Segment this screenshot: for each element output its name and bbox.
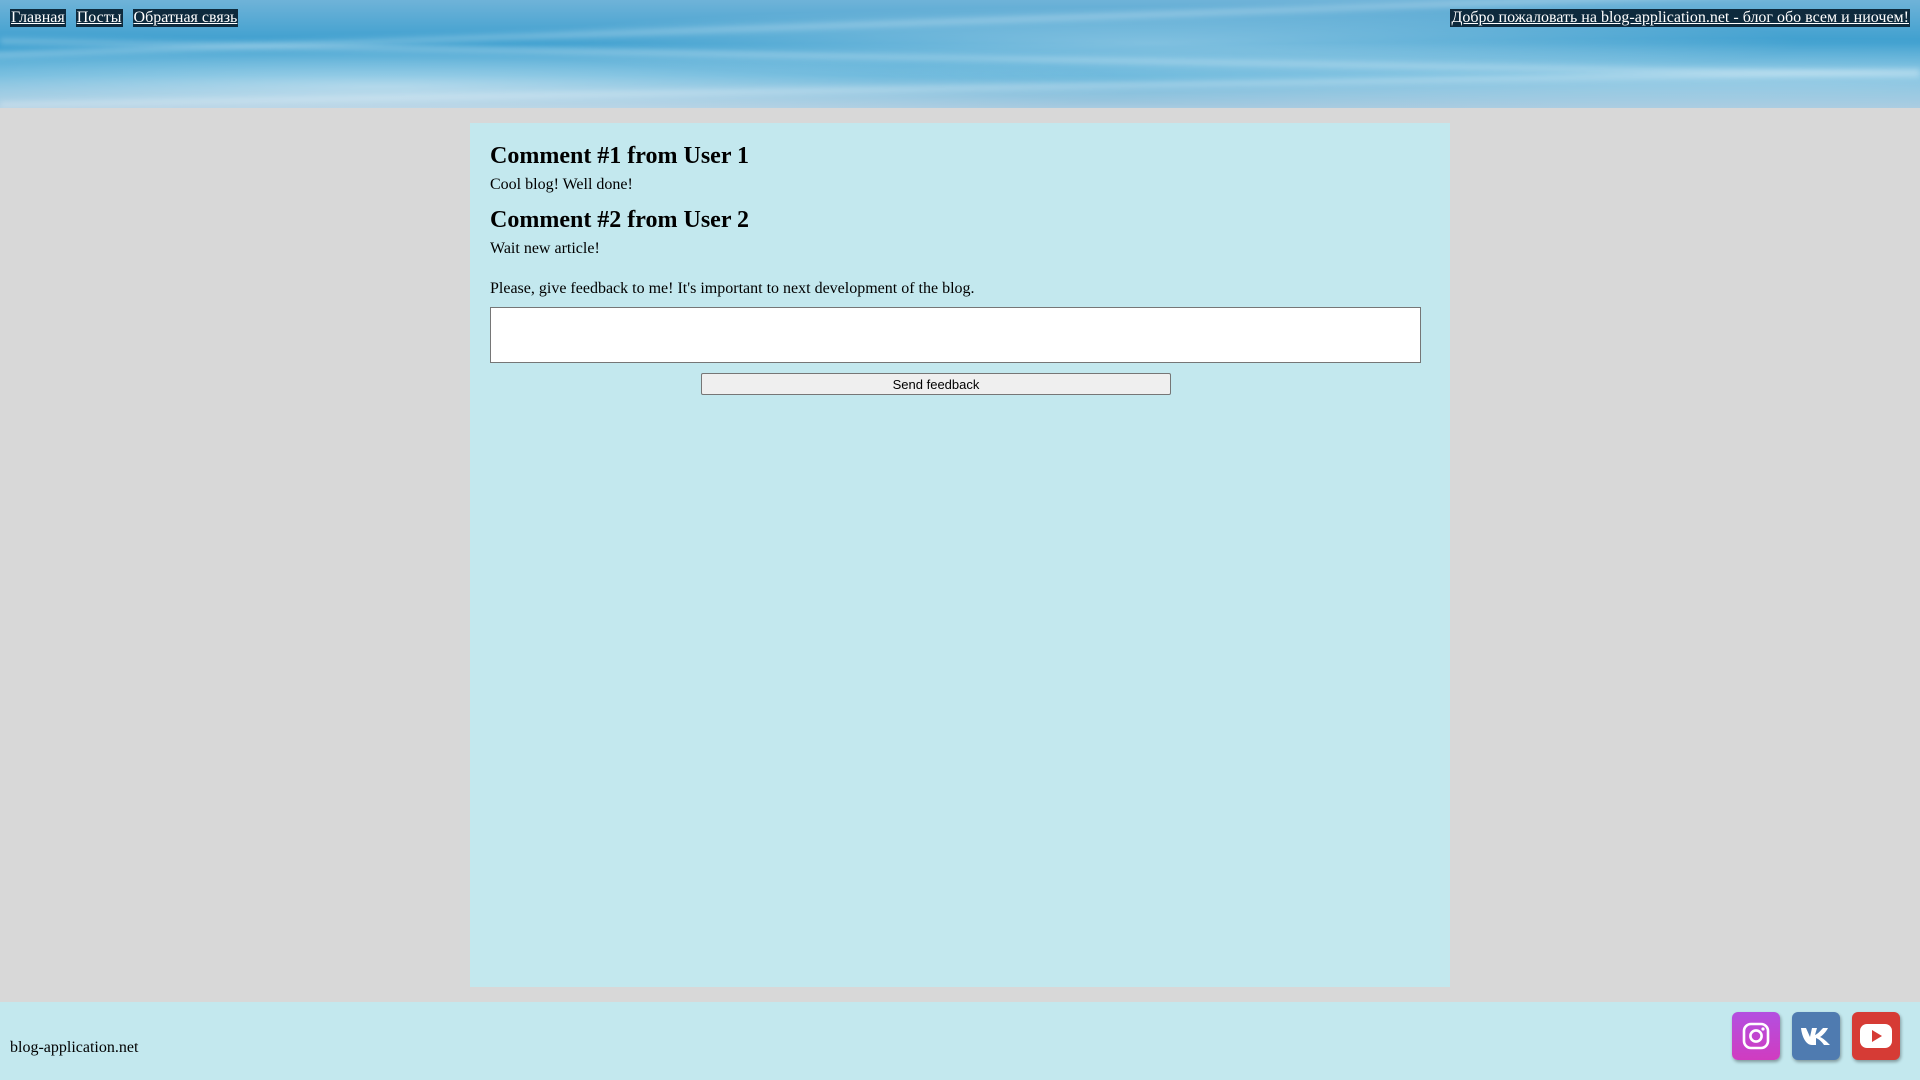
- footer-site-name: blog-application.net: [10, 1039, 139, 1056]
- nav-link-feedback[interactable]: Обратная связь: [132, 9, 239, 27]
- nav-link-home[interactable]: Главная: [10, 9, 66, 27]
- feedback-prompt: Please, give feedback to me! It's import…: [490, 280, 975, 297]
- nav-link-posts[interactable]: Посты: [75, 9, 123, 27]
- comment-text: Cool blog! Well done!: [490, 176, 633, 193]
- comment-text: Wait new article!: [490, 240, 600, 257]
- main-nav: Главная Посты Обратная связь: [10, 9, 239, 27]
- youtube-button[interactable]: [1852, 1012, 1900, 1060]
- comment-title: Comment #1 from User 1: [490, 143, 750, 169]
- comment-title: Comment #2 from User 2: [490, 207, 750, 233]
- header-banner: Главная Посты Обратная связь Добро пожал…: [0, 0, 1920, 108]
- instagram-icon: [1742, 1022, 1770, 1050]
- content-panel: Comment #1 from User 1 Cool blog! Well d…: [470, 123, 1450, 987]
- feedback-input[interactable]: [490, 307, 1421, 363]
- send-feedback-button[interactable]: Send feedback: [701, 373, 1171, 395]
- vk-button[interactable]: [1792, 1012, 1840, 1060]
- vk-icon: [1801, 1028, 1830, 1045]
- youtube-icon: [1860, 1024, 1892, 1048]
- instagram-button[interactable]: [1732, 1012, 1780, 1060]
- footer: blog-application.net: [0, 1002, 1920, 1080]
- welcome-link[interactable]: Добро пожаловать на blog-application.net…: [1450, 9, 1910, 27]
- social-links: [1732, 1012, 1900, 1060]
